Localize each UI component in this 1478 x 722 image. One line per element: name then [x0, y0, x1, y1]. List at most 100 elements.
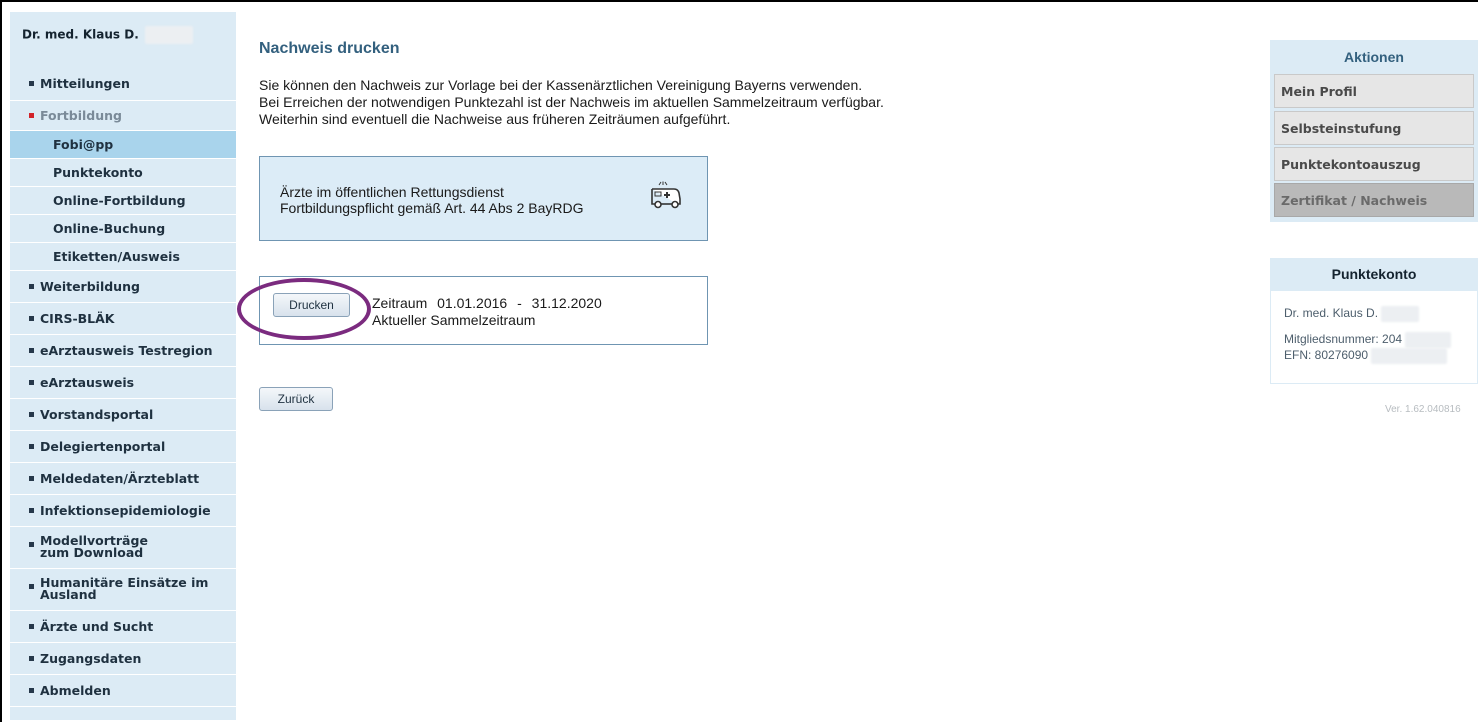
sidebar-item-modellvortraege[interactable]: Modellvorträge zum Download: [10, 527, 236, 569]
sidebar-user-name: Dr. med. Klaus D.: [22, 26, 193, 44]
sidebar-nav: Mitteilungen Fortbildung Fobi@pp Punktek…: [10, 68, 236, 707]
user-name-text: Dr. med. Klaus D.: [22, 27, 139, 42]
sidebar-item-label: CIRS-BLÄK: [40, 310, 115, 326]
sidebar-item-humanitaere-einsaetze[interactable]: Humanitäre Einsätze im Ausland: [10, 569, 236, 611]
punktekonto-panel: Punktekonto Dr. med. Klaus D. Mitgliedsn…: [1270, 258, 1478, 384]
sidebar-item-label: Fobi@pp: [53, 136, 114, 152]
sidebar-item-label: Weiterbildung: [40, 278, 140, 294]
sidebar-item-fobiapp[interactable]: Fobi@pp: [10, 131, 236, 159]
bullet-icon: [29, 475, 34, 481]
period-box: Drucken Zeitraum 01.01.2016 - 31.12.2020…: [259, 276, 708, 345]
bullet-icon: [29, 584, 34, 589]
redacted-member-number: [1405, 332, 1452, 348]
konto-efn: EFN: 80276090: [1284, 348, 1448, 364]
sidebar-item-infektionsepidemiologie[interactable]: Infektionsepidemiologie: [10, 495, 236, 527]
sidebar-item-label: Etiketten/Ausweis: [53, 248, 180, 264]
sidebar-item-label: Modellvorträge zum Download: [40, 534, 148, 560]
konto-name: Dr. med. Klaus D.: [1284, 306, 1420, 322]
bullet-icon: [29, 379, 34, 385]
bullet-icon: [29, 315, 34, 321]
sidebar-item-vorstandsportal[interactable]: Vorstandsportal: [10, 399, 236, 431]
sidebar-item-mitteilungen[interactable]: Mitteilungen: [10, 68, 236, 101]
sidebar-item-label: Online-Fortbildung: [53, 192, 186, 208]
sidebar-item-label: Online-Buchung: [53, 220, 166, 236]
sidebar-item-label: Abmelden: [40, 682, 111, 698]
punktekonto-body: Dr. med. Klaus D. Mitgliedsnummer: 204 E…: [1270, 290, 1478, 384]
bullet-icon: [29, 687, 34, 693]
bullet-icon: [29, 507, 34, 513]
actions-title: Aktionen: [1344, 49, 1404, 65]
bullet-icon: [29, 443, 34, 449]
sidebar-item-label: Mitteilungen: [40, 76, 130, 91]
sidebar: Dr. med. Klaus D. Mitteilungen Fortbildu…: [10, 12, 236, 720]
sidebar-item-punktekonto[interactable]: Punktekonto: [10, 159, 236, 187]
back-button[interactable]: Zurück: [259, 387, 333, 411]
sidebar-item-label: Punktekonto: [53, 164, 143, 180]
action-punktekontoauszug[interactable]: Punktekontoauszug: [1274, 147, 1474, 181]
sidebar-item-label: eArztausweis Testregion: [40, 342, 213, 358]
sidebar-item-label-line2: zum Download: [40, 545, 144, 560]
ambulance-icon: [648, 181, 682, 216]
bullet-icon: [29, 112, 34, 118]
sidebar-item-label: Fortbildung: [40, 107, 122, 123]
sidebar-item-zugangsdaten[interactable]: Zugangsdaten: [10, 643, 236, 675]
sidebar-item-earztausweis-testregion[interactable]: eArztausweis Testregion: [10, 335, 236, 367]
sidebar-item-label: Meldedaten/Ärzteblatt: [40, 470, 200, 486]
period-separator: -: [517, 295, 522, 311]
redacted-surname: [1381, 306, 1420, 322]
sidebar-item-label: Zugangsdaten: [40, 650, 142, 666]
efn-text: EFN: 80276090: [1284, 348, 1369, 363]
sidebar-item-label-line2: Ausland: [40, 587, 97, 602]
bullet-icon: [29, 411, 34, 417]
info-line2: Fortbildungspflicht gemäß Art. 44 Abs 2 …: [280, 200, 584, 216]
sidebar-item-online-buchung[interactable]: Online-Buchung: [10, 215, 236, 243]
period-label: Zeitraum: [372, 295, 428, 311]
sidebar-item-label: Vorstandsportal: [40, 406, 154, 422]
intro-line: Sie können den Nachweis zur Vorlage bei …: [259, 77, 863, 93]
rettungsdienst-info-box: Ärzte im öffentlichen Rettungsdienst For…: [259, 156, 708, 241]
sidebar-item-cirs-blaek[interactable]: CIRS-BLÄK: [10, 303, 236, 335]
print-button[interactable]: Drucken: [273, 293, 350, 317]
sidebar-item-label: Infektionsepidemiologie: [40, 502, 211, 518]
sidebar-item-aerzte-und-sucht[interactable]: Ärzte und Sucht: [10, 611, 236, 643]
konto-member-number: Mitgliedsnummer: 204: [1284, 332, 1452, 348]
bullet-icon: [29, 81, 34, 86]
action-zertifikat-nachweis[interactable]: Zertifikat / Nachweis: [1274, 183, 1474, 217]
bullet-icon: [29, 623, 34, 629]
page-title: Nachweis drucken: [259, 40, 400, 57]
period-text: Zeitraum 01.01.2016 - 31.12.2020 Aktuell…: [372, 295, 608, 329]
period-end: 31.12.2020: [531, 295, 602, 311]
intro-line: Weiterhin sind eventuell die Nachweise a…: [259, 111, 731, 127]
sidebar-item-meldedaten[interactable]: Meldedaten/Ärzteblatt: [10, 463, 236, 495]
period-start: 01.01.2016: [437, 295, 508, 311]
info-line1: Ärzte im öffentlichen Rettungsdienst: [280, 184, 504, 200]
bullet-icon: [29, 655, 34, 661]
konto-name-text: Dr. med. Klaus D.: [1284, 306, 1379, 321]
sidebar-item-delegiertenportal[interactable]: Delegiertenportal: [10, 431, 236, 463]
sidebar-item-etiketten-ausweis[interactable]: Etiketten/Ausweis: [10, 243, 236, 271]
version-label: Ver. 1.62.040816: [1385, 404, 1461, 415]
bullet-icon: [29, 347, 34, 353]
sidebar-item-label: Delegiertenportal: [40, 438, 166, 454]
sidebar-item-earztausweis[interactable]: eArztausweis: [10, 367, 236, 399]
sidebar-item-weiterbildung[interactable]: Weiterbildung: [10, 271, 236, 303]
info-text: Ärzte im öffentlichen Rettungsdienst For…: [280, 184, 583, 216]
sidebar-item-fortbildung[interactable]: Fortbildung: [10, 101, 236, 131]
intro-line: Bei Erreichen der notwendigen Punktezahl…: [259, 94, 884, 110]
bullet-icon: [29, 283, 34, 289]
sidebar-item-label: Ärzte und Sucht: [40, 618, 154, 634]
period-subtitle: Aktueller Sammelzeitraum: [372, 312, 536, 328]
action-mein-profil[interactable]: Mein Profil: [1274, 74, 1474, 108]
redacted-efn: [1371, 348, 1448, 364]
redacted-surname: [144, 26, 193, 44]
sidebar-item-abmelden[interactable]: Abmelden: [10, 675, 236, 707]
action-selbsteinstufung[interactable]: Selbsteinstufung: [1274, 111, 1474, 145]
member-number-text: Mitgliedsnummer: 204: [1284, 332, 1403, 347]
bullet-icon: [29, 542, 34, 547]
punktekonto-title: Punktekonto: [1331, 266, 1417, 282]
sidebar-item-online-fortbildung[interactable]: Online-Fortbildung: [10, 187, 236, 215]
sidebar-item-label: Humanitäre Einsätze im Ausland: [40, 576, 208, 602]
actions-panel: Aktionen Mein Profil Selbsteinstufung Pu…: [1270, 40, 1478, 222]
intro-text: Sie können den Nachweis zur Vorlage bei …: [259, 77, 884, 128]
sidebar-item-label: eArztausweis: [40, 374, 135, 390]
